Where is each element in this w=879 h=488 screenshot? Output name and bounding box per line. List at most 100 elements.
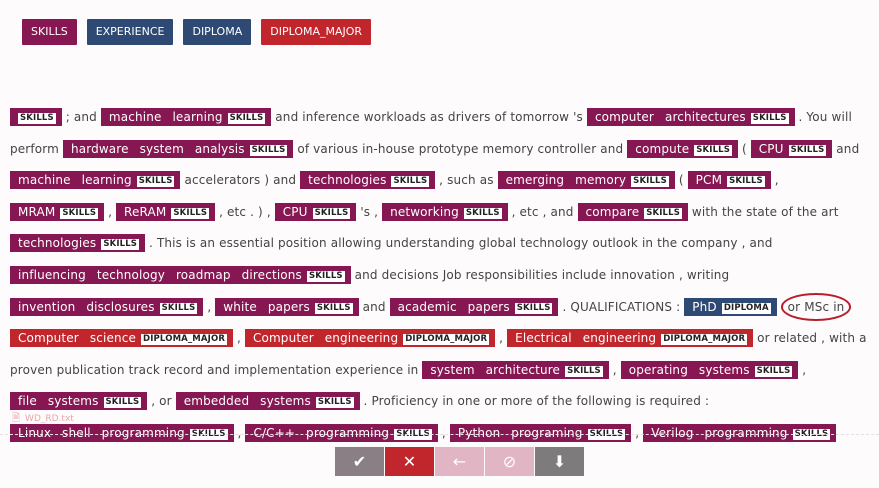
entity-text: operating systems [628,362,750,377]
text-span: , [798,362,807,377]
text-span: accelerators ) and [180,173,301,188]
file-icon: 🗎 [12,413,21,424]
entity-text: ReRAM [124,204,167,219]
entity-span[interactable]: machine learning SKILLS [10,171,181,190]
entity-span[interactable]: file systems SKILLS [10,392,148,411]
entity-span[interactable]: CPU SKILLS [750,139,833,158]
entity-span[interactable]: Verilog programming SKILLS [643,423,837,442]
entity-text: Python programing [457,425,583,440]
entity-tag: SKILLS [159,302,198,314]
entity-text: academic papers [397,299,510,314]
entity-span[interactable]: invention disclosures SKILLS [10,297,204,316]
entity-span[interactable]: Python programing SKILLS [449,423,632,442]
entity-span[interactable]: hardware system analysis SKILLS [62,139,294,158]
entity-tag: DIPLOMA [721,302,771,314]
text-span: , [203,299,216,314]
entity-span[interactable]: ReRAM SKILLS [116,202,216,221]
entity-text: compare [585,204,640,219]
entity-text: technologies [18,236,97,251]
entity-span[interactable]: MRAM SKILLS [10,202,105,221]
text-span: , [437,425,450,440]
entity-text: CPU [758,141,784,156]
entity-span[interactable]: PhD DIPLOMA [684,297,777,316]
entity-tag: DIPLOMA_MAJOR [141,334,228,346]
file-name-label: WD_RD.txt [25,414,74,424]
text-span: , or [147,394,176,409]
entity-span[interactable]: system architecture SKILLS [422,360,609,379]
text-span: ; and [61,110,101,124]
entity-tag: SKILLS [18,113,56,124]
entity-text: Linux shell programming [18,425,185,440]
entity-span[interactable]: SKILLS [10,108,62,126]
entity-tag: DIPLOMA_MAJOR [403,334,490,346]
text-span: , etc . ) , [215,204,275,219]
text-span: . QUALIFICATIONS : [558,299,685,314]
entity-tag: SKILLS [391,176,430,188]
entity-span[interactable]: computer architectures SKILLS [586,108,795,126]
entity-tag: SKILLS [101,239,140,251]
entity-tag: SKILLS [514,302,553,314]
text-span: . Proficiency in one or more of the foll… [359,394,710,409]
label-button-experience[interactable]: EXPERIENCE [86,19,174,45]
label-button-skills[interactable]: SKILLS [22,19,77,45]
reject-button[interactable]: ✕ [385,447,434,476]
entity-tag: SKILLS [249,144,288,156]
text-span: , etc , and [507,204,578,219]
entity-text: CPU [282,204,308,219]
entity-tag: SKILLS [306,270,345,282]
close-icon: ✕ [402,452,417,471]
entity-span[interactable]: technologies SKILLS [10,234,146,253]
file-name: 🗎 WD_RD.txt [12,411,74,428]
entity-span[interactable]: Electrical engineering DIPLOMA_MAJOR [507,329,754,348]
entity-span[interactable]: white papers SKILLS [215,297,359,316]
entity-text: file systems [18,394,99,409]
label-button-diploma-major[interactable]: DIPLOMA_MAJOR [261,19,372,45]
entity-span[interactable]: technologies SKILLS [300,171,436,190]
entity-tag: SKILLS [314,302,353,314]
text-span: ( [737,141,751,156]
skip-button[interactable]: ⊘ [485,447,534,476]
entity-tag: SKILLS [312,207,351,219]
text-span: and [358,299,390,314]
entity-span[interactable]: CPU SKILLS [274,202,357,221]
text-span: and [832,141,860,156]
entity-span[interactable]: PCM SKILLS [687,171,771,190]
text-span: of various in-house prototype memory con… [293,141,628,156]
entity-tag: SKILLS [315,397,354,409]
text-span: with the state of the art [687,204,839,219]
entity-span[interactable]: C/C++ programming SKILLS [245,423,438,442]
entity-span[interactable]: operating systems SKILLS [620,360,799,379]
entity-text: system architecture [430,362,561,377]
download-icon: ⬇ [552,452,567,471]
text-span: , such as [435,173,498,188]
entity-span[interactable]: compare SKILLS [577,202,688,221]
check-icon: ✔ [352,452,367,471]
text-span: , [104,204,117,219]
entity-tag: SKILLS [463,207,502,219]
entity-span[interactable]: influencing technology roadmap direction… [10,265,351,284]
entity-text: Electrical engineering [515,331,657,346]
entity-span[interactable]: Computer engineering DIPLOMA_MAJOR [244,329,496,348]
text-span: , [495,331,508,346]
text-span: ( [674,173,688,188]
entity-span[interactable]: compute SKILLS [627,139,738,158]
accept-button[interactable]: ✔ [335,447,384,476]
entity-span[interactable]: academic papers SKILLS [389,297,559,316]
entity-span[interactable]: networking SKILLS [382,202,508,221]
entity-span[interactable]: Computer science DIPLOMA_MAJOR [10,329,234,348]
entity-text: influencing technology roadmap direction… [18,267,302,282]
entity-span[interactable]: machine learning SKILLS [100,108,272,126]
entity-tag: SKILLS [750,113,789,124]
arrow-left-icon: ← [452,452,467,471]
label-button-diploma[interactable]: DIPLOMA [183,19,252,45]
entity-span[interactable]: emerging memory SKILLS [497,171,675,190]
entity-tag: DIPLOMA_MAJOR [661,334,748,346]
entity-text: compute [635,141,690,156]
entity-text: emerging memory [505,173,627,188]
entity-tag: SKILLS [227,113,266,124]
back-button[interactable]: ← [435,447,484,476]
save-button[interactable]: ⬇ [535,447,584,476]
text-span: 's , [356,204,383,219]
entity-span[interactable]: embedded systems SKILLS [175,392,360,411]
entity-text: Verilog programming [651,425,788,440]
